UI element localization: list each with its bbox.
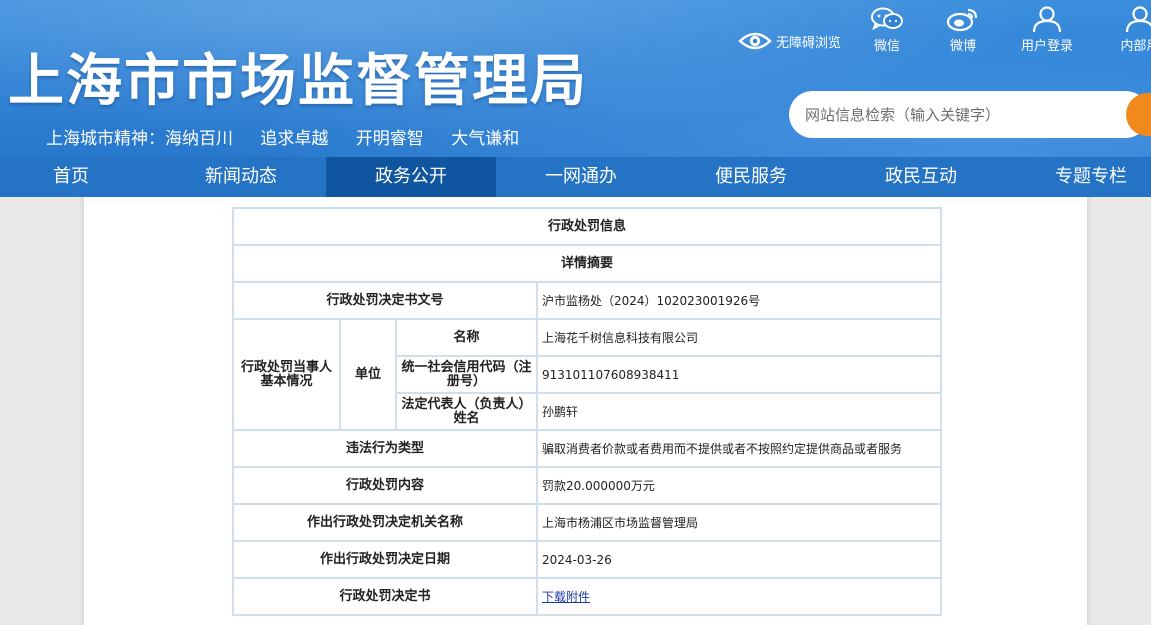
nav-item-government-affairs[interactable]: 政务公开 [326,157,496,197]
table-title: 行政处罚信息 [231,207,943,246]
company-name-value: 上海花千树信息科技有限公司 [535,318,943,357]
weibo-icon [946,8,978,32]
table-row: 行政处罚决定书文号 沪市监杨处（2024）102023001926号 [232,281,943,320]
internal-user-label: 内部用 [1120,39,1151,54]
field-label: 作出行政处罚决定机关名称 [232,503,538,542]
field-label: 行政处罚决定书 [232,577,538,616]
legal-rep-value: 孙鹏轩 [535,392,943,431]
field-label: 名称 [395,318,538,357]
violation-type-value: 骗取消费者价款或者费用而不提供或者不按照约定提供商品或者服务 [535,429,943,468]
table-row: 行政处罚信息 [231,207,943,246]
accessibility-button[interactable]: 无障碍浏览 [738,28,841,54]
nav-item-interaction[interactable]: 政民互动 [836,157,1006,197]
field-label: 行政处罚内容 [232,466,538,505]
search-input[interactable] [805,91,1115,138]
nav-item-public-service[interactable]: 便民服务 [666,157,836,197]
doc-number-value: 沪市监杨处（2024）102023001926号 [535,281,943,320]
site-title: 上海市市场监督管理局 [8,49,588,114]
slogan-part: 开明睿智 [355,129,424,149]
user-icon [1032,6,1062,32]
weibo-link[interactable]: 微博 [928,6,998,54]
decision-doc-cell: 下载附件 [535,577,943,616]
credit-code-value: 913101107608938411 [535,355,943,394]
accessibility-label: 无障碍浏览 [776,35,842,51]
table-row: 作出行政处罚决定日期 2024-03-26 [232,540,943,579]
main-nav: 首页 新闻动态 政务公开 一网通办 便民服务 政民互动 专题专栏 [0,157,1151,197]
field-label: 作出行政处罚决定日期 [232,540,538,579]
slogan-part: 上海城市精神：海纳百川 [46,129,233,149]
wechat-label: 微信 [873,39,900,54]
download-attachment-link[interactable]: 下载附件 [542,590,590,604]
nav-item-one-stop-service[interactable]: 一网通办 [496,157,666,197]
nav-item-special-topics[interactable]: 专题专栏 [1006,157,1151,197]
field-label: 行政处罚当事人基本情况 [232,318,341,431]
field-label: 违法行为类型 [232,429,538,468]
authority-value: 上海市杨浦区市场监督管理局 [535,503,943,542]
table-subtitle: 详情摘要 [231,244,943,283]
table-row: 作出行政处罚决定机关名称 上海市杨浦区市场监督管理局 [232,503,943,542]
field-label: 法定代表人（负责人）姓名 [395,392,538,431]
wechat-link[interactable]: 微信 [852,6,922,54]
search-button[interactable] [1126,93,1151,136]
table-row: 行政处罚决定书 下载附件 [232,577,943,616]
user-icon [1125,6,1151,32]
user-login-link[interactable]: 用户登录 [1012,6,1082,54]
table-row: 详情摘要 [231,244,943,283]
slogan-part: 大气谦和 [451,129,520,149]
panel-shadow [1087,197,1093,625]
slogan-part: 追求卓越 [260,129,329,149]
table-row: 行政处罚当事人基本情况 单位 名称 上海花千树信息科技有限公司 [232,318,943,431]
internal-user-link[interactable]: 内部用 [1105,6,1151,54]
eye-icon [738,32,772,50]
field-label: 行政处罚决定书文号 [232,281,538,320]
nav-item-home[interactable]: 首页 [0,157,142,197]
site-header: 上海市市场监督管理局 上海城市精神：海纳百川 追求卓越 开明睿智 大气谦和 无障… [0,0,1151,157]
table-row: 违法行为类型 骗取消费者价款或者费用而不提供或者不按照约定提供商品或者服务 [232,429,943,468]
wechat-icon [871,7,903,31]
weibo-label: 微博 [949,39,976,54]
decision-date-value: 2024-03-26 [535,540,943,579]
field-label: 单位 [339,318,397,431]
user-login-label: 用户登录 [1020,39,1073,54]
penalty-value: 罚款20.000000万元 [535,466,943,505]
field-label: 统一社会信用代码（注册号） [395,355,538,394]
site-search [789,91,1151,138]
table-row: 行政处罚内容 罚款20.000000万元 [232,466,943,505]
penalty-info-table: 行政处罚信息 详情摘要 行政处罚决定书文号 沪市监杨处（2024）1020230… [231,207,943,616]
city-slogan: 上海城市精神：海纳百川 追求卓越 开明睿智 大气谦和 [46,124,541,149]
nav-item-news[interactable]: 新闻动态 [156,157,326,197]
